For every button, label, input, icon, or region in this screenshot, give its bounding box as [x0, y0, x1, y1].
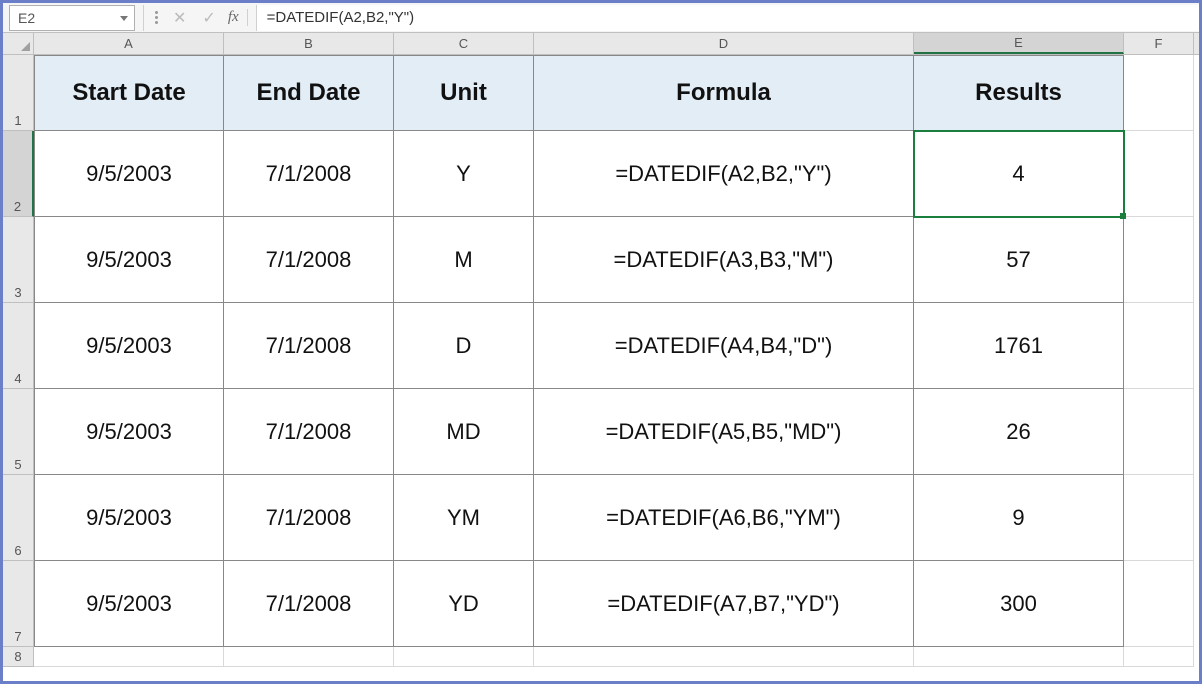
row-header-1[interactable]: 1: [3, 55, 34, 131]
cell-A5[interactable]: 9/5/2003: [34, 389, 224, 475]
cell-A6[interactable]: 9/5/2003: [34, 475, 224, 561]
cell-C6[interactable]: YM: [394, 475, 534, 561]
fx-icon[interactable]: fx: [224, 9, 248, 26]
cell-A7[interactable]: 9/5/2003: [34, 561, 224, 647]
cell-A2[interactable]: 9/5/2003: [34, 131, 224, 217]
table-row: 3 9/5/2003 7/1/2008 M =DATEDIF(A3,B3,"M"…: [3, 217, 1199, 303]
cell-E2[interactable]: 4: [914, 131, 1124, 217]
cell-B6[interactable]: 7/1/2008: [224, 475, 394, 561]
column-header-C[interactable]: C: [394, 33, 534, 54]
formula-input-value: =DATEDIF(A2,B2,"Y"): [267, 9, 415, 26]
header-cell-end-date[interactable]: End Date: [224, 55, 394, 131]
check-icon[interactable]: ✓: [194, 8, 223, 28]
row-header-3[interactable]: 3: [3, 217, 34, 303]
cell-D8[interactable]: [534, 647, 914, 667]
divider: [143, 5, 153, 31]
column-header-D[interactable]: D: [534, 33, 914, 54]
table-row: 1 Start Date End Date Unit Formula Resul…: [3, 55, 1199, 131]
cell-C2[interactable]: Y: [394, 131, 534, 217]
cell-F4[interactable]: [1124, 303, 1194, 389]
cell-C8[interactable]: [394, 647, 534, 667]
name-box[interactable]: E2: [9, 5, 135, 31]
header-cell-unit[interactable]: Unit: [394, 55, 534, 131]
drag-handle-icon[interactable]: [153, 11, 161, 24]
row-header-7[interactable]: 7: [3, 561, 34, 647]
cell-E3[interactable]: 57: [914, 217, 1124, 303]
table-row: 8: [3, 647, 1199, 667]
row-header-2[interactable]: 2: [3, 131, 34, 217]
column-headers: A B C D E F: [3, 33, 1199, 55]
fill-handle[interactable]: [1120, 213, 1126, 219]
column-header-E[interactable]: E: [914, 33, 1124, 54]
cell-D2[interactable]: =DATEDIF(A2,B2,"Y"): [534, 131, 914, 217]
cell-E6[interactable]: 9: [914, 475, 1124, 561]
table-row: 2 9/5/2003 7/1/2008 Y =DATEDIF(A2,B2,"Y"…: [3, 131, 1199, 217]
cell-C4[interactable]: D: [394, 303, 534, 389]
cell-A4[interactable]: 9/5/2003: [34, 303, 224, 389]
cell-C3[interactable]: M: [394, 217, 534, 303]
cell-F7[interactable]: [1124, 561, 1194, 647]
cell-D3[interactable]: =DATEDIF(A3,B3,"M"): [534, 217, 914, 303]
cancel-icon[interactable]: ✕: [165, 8, 194, 28]
header-cell-start-date[interactable]: Start Date: [34, 55, 224, 131]
cell-E8[interactable]: [914, 647, 1124, 667]
cell-D4[interactable]: =DATEDIF(A4,B4,"D"): [534, 303, 914, 389]
table-row: 6 9/5/2003 7/1/2008 YM =DATEDIF(A6,B6,"Y…: [3, 475, 1199, 561]
cell-A3[interactable]: 9/5/2003: [34, 217, 224, 303]
cell-F8[interactable]: [1124, 647, 1194, 667]
cell-F1[interactable]: [1124, 55, 1194, 131]
cell-C5[interactable]: MD: [394, 389, 534, 475]
cell-D7[interactable]: =DATEDIF(A7,B7,"YD"): [534, 561, 914, 647]
table-row: 5 9/5/2003 7/1/2008 MD =DATEDIF(A5,B5,"M…: [3, 389, 1199, 475]
cell-E5[interactable]: 26: [914, 389, 1124, 475]
cell-E4[interactable]: 1761: [914, 303, 1124, 389]
select-all-corner[interactable]: [3, 33, 34, 54]
name-box-value: E2: [18, 10, 35, 26]
header-cell-results[interactable]: Results: [914, 55, 1124, 131]
cell-F5[interactable]: [1124, 389, 1194, 475]
cell-B2[interactable]: 7/1/2008: [224, 131, 394, 217]
cell-F6[interactable]: [1124, 475, 1194, 561]
cell-B8[interactable]: [224, 647, 394, 667]
cell-C7[interactable]: YD: [394, 561, 534, 647]
row-header-4[interactable]: 4: [3, 303, 34, 389]
table-row: 7 9/5/2003 7/1/2008 YD =DATEDIF(A7,B7,"Y…: [3, 561, 1199, 647]
chevron-down-icon[interactable]: [120, 16, 128, 21]
column-header-B[interactable]: B: [224, 33, 394, 54]
table-row: 4 9/5/2003 7/1/2008 D =DATEDIF(A4,B4,"D"…: [3, 303, 1199, 389]
cell-A8[interactable]: [34, 647, 224, 667]
spreadsheet-grid: A B C D E F 1 Start Date End Date Unit F…: [3, 33, 1199, 667]
cell-B7[interactable]: 7/1/2008: [224, 561, 394, 647]
cell-F2[interactable]: [1124, 131, 1194, 217]
cell-B5[interactable]: 7/1/2008: [224, 389, 394, 475]
formula-bar: E2 ✕ ✓ fx =DATEDIF(A2,B2,"Y"): [3, 3, 1199, 33]
header-cell-formula[interactable]: Formula: [534, 55, 914, 131]
cell-F3[interactable]: [1124, 217, 1194, 303]
cell-D6[interactable]: =DATEDIF(A6,B6,"YM"): [534, 475, 914, 561]
formula-input[interactable]: =DATEDIF(A2,B2,"Y"): [256, 5, 1199, 31]
rows: 1 Start Date End Date Unit Formula Resul…: [3, 55, 1199, 667]
row-header-6[interactable]: 6: [3, 475, 34, 561]
cell-D5[interactable]: =DATEDIF(A5,B5,"MD"): [534, 389, 914, 475]
cell-B3[interactable]: 7/1/2008: [224, 217, 394, 303]
cell-E7[interactable]: 300: [914, 561, 1124, 647]
row-header-8[interactable]: 8: [3, 647, 34, 667]
column-header-F[interactable]: F: [1124, 33, 1194, 54]
cell-B4[interactable]: 7/1/2008: [224, 303, 394, 389]
row-header-5[interactable]: 5: [3, 389, 34, 475]
column-header-A[interactable]: A: [34, 33, 224, 54]
